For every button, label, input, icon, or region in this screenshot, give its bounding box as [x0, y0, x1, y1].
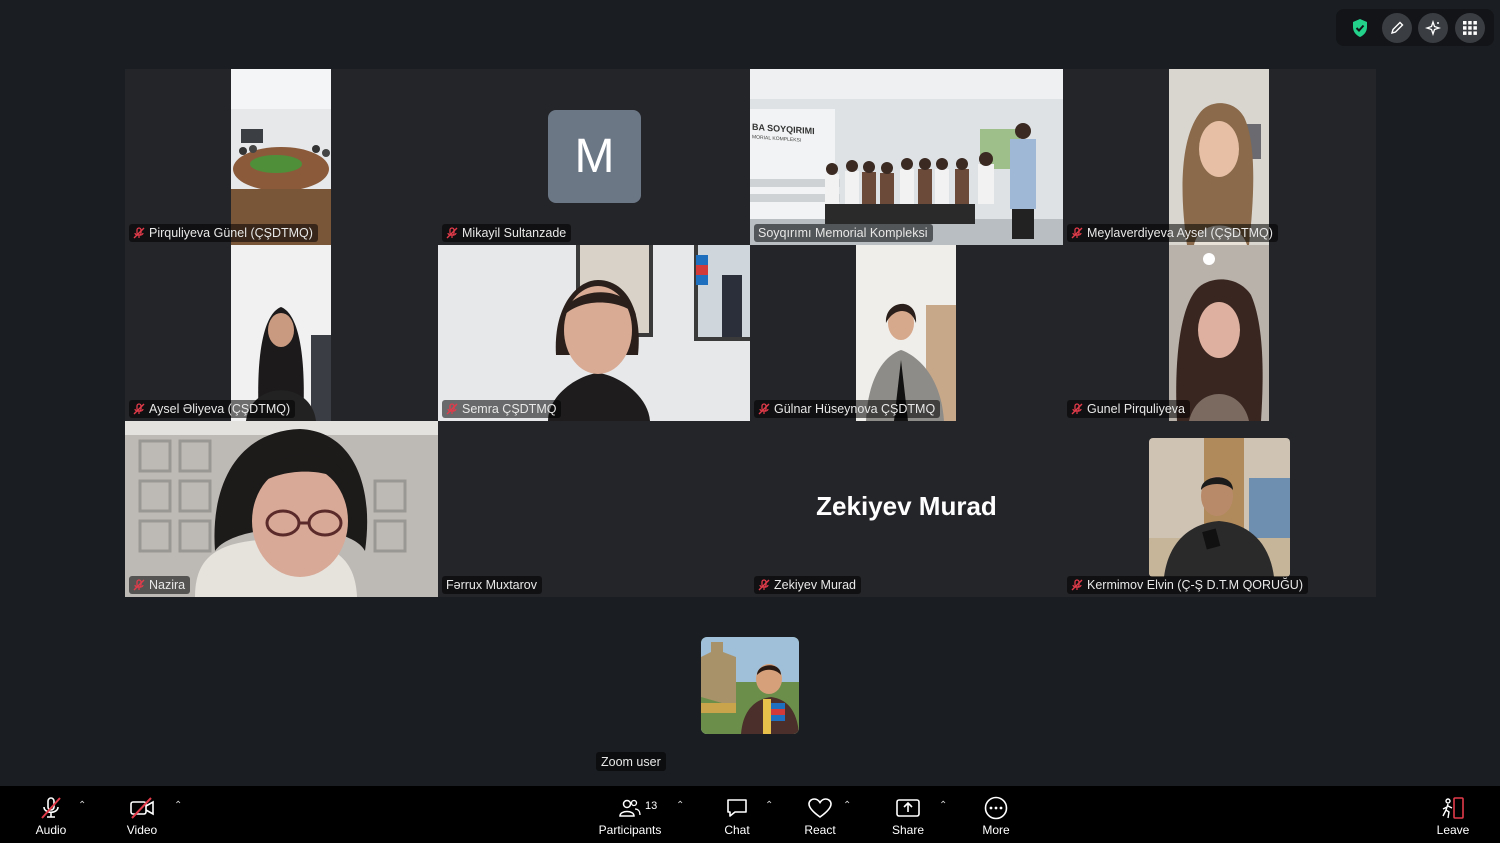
video-feed	[856, 245, 956, 421]
participant-name-label: Fərrux Muxtarov	[442, 576, 542, 594]
audio-options-chevron-icon[interactable]: ⌃	[78, 800, 86, 811]
chat-bubble-icon	[727, 799, 747, 817]
participant-name-label: Nazira	[129, 576, 191, 594]
camera-off-icon	[130, 797, 154, 819]
share-button[interactable]: Share	[886, 786, 930, 843]
apps-grid-icon[interactable]	[1454, 12, 1485, 43]
participants-button[interactable]: Participants	[596, 786, 664, 843]
video-tile[interactable]: Semra ÇŞDTMQ	[438, 245, 751, 421]
mic-muted-icon	[41, 797, 61, 819]
top-tools-bar	[1336, 9, 1494, 46]
participant-display-name: Zekiyev Murad	[816, 491, 997, 521]
self-view-video[interactable]	[701, 637, 799, 734]
muted-mic-icon	[133, 579, 145, 591]
participant-name-label: Meylaverdiyeva Aysel (ÇŞDTMQ)	[1067, 224, 1278, 242]
muted-mic-icon	[446, 227, 458, 239]
react-options-chevron-icon[interactable]: ⌃	[843, 800, 851, 811]
muted-mic-icon	[758, 579, 770, 591]
video-tile[interactable]: Gülnar Hüseynova ÇŞDTMQ	[750, 245, 1063, 421]
video-feed	[231, 69, 331, 245]
video-feed	[125, 421, 438, 597]
video-feed	[438, 245, 751, 421]
participant-name-label: Zekiyev Murad	[754, 576, 861, 594]
video-tile-active-speaker[interactable]: BA SOYQIRIMI MORIAL KOMPLEKSI Soyqırımı …	[750, 69, 1063, 245]
video-tile[interactable]: Aysel Əliyeva (ÇŞDTMQ)	[125, 245, 438, 421]
participants-count: 13	[645, 800, 658, 812]
participant-name-label: Mikayil Sultanzade	[442, 224, 572, 242]
video-button[interactable]: Video	[120, 786, 164, 843]
leave-button[interactable]: Leave	[1431, 786, 1475, 843]
participant-avatar: M	[548, 110, 641, 203]
participant-name-label: Gülnar Hüseynova ÇŞDTMQ	[754, 400, 941, 418]
video-tile[interactable]: Pirquliyeva Günel (ÇŞDTMQ)	[125, 69, 438, 245]
annotate-pen-icon[interactable]	[1381, 12, 1412, 43]
more-button[interactable]: More	[975, 786, 1017, 843]
meeting-controls-toolbar: Audio ⌃ Video ⌃ Participants 13 ⌃ Chat ⌃…	[0, 786, 1500, 843]
participant-name-label: Pirquliyeva Günel (ÇŞDTMQ)	[129, 224, 318, 242]
participants-options-chevron-icon[interactable]: ⌃	[676, 800, 684, 811]
muted-mic-icon	[446, 403, 458, 415]
video-tile[interactable]: Zekiyev Murad Zekiyev Murad	[750, 421, 1063, 597]
participant-name-label: Soyqırımı Memorial Kompleksi	[754, 224, 933, 242]
video-tile[interactable]: M Mikayil Sultanzade	[438, 69, 751, 245]
share-options-chevron-icon[interactable]: ⌃	[939, 800, 947, 811]
participant-name-label: Gunel Pirquliyeva	[1067, 400, 1190, 418]
video-feed	[231, 245, 331, 421]
leave-door-icon	[1442, 797, 1464, 819]
chat-button[interactable]: Chat	[716, 786, 758, 843]
audio-button[interactable]: Audio	[30, 786, 72, 843]
video-options-chevron-icon[interactable]: ⌃	[174, 800, 182, 811]
heart-icon	[808, 798, 832, 818]
meeting-window: Pirquliyeva Günel (ÇŞDTMQ) M Mikayil Sul…	[0, 0, 1500, 843]
participant-name-label: Semra ÇŞDTMQ	[442, 400, 562, 418]
video-tile[interactable]: Nazira	[125, 421, 438, 597]
video-feed	[1169, 245, 1269, 421]
security-shield-icon[interactable]	[1345, 13, 1375, 43]
video-tile[interactable]: Fərrux Muxtarov	[438, 421, 751, 597]
muted-mic-icon	[133, 403, 145, 415]
muted-mic-icon	[1071, 403, 1083, 415]
video-feed	[750, 69, 1063, 245]
video-feed	[1169, 69, 1269, 245]
muted-mic-icon	[1071, 227, 1083, 239]
react-button[interactable]: React	[799, 786, 841, 843]
video-tile[interactable]: Meylaverdiyeva Aysel (ÇŞDTMQ)	[1063, 69, 1376, 245]
video-tile[interactable]: Gunel Pirquliyeva	[1063, 245, 1376, 421]
muted-mic-icon	[1071, 579, 1083, 591]
chat-options-chevron-icon[interactable]: ⌃	[765, 800, 773, 811]
more-ellipsis-icon	[984, 796, 1008, 820]
share-screen-icon	[896, 799, 920, 817]
ai-companion-sparkle-icon[interactable]	[1418, 12, 1449, 43]
video-tile[interactable]: Kermimov Elvin (Ç-Ş D.T.M QORUĞU)	[1063, 421, 1376, 597]
muted-mic-icon	[758, 403, 770, 415]
participant-name-label: Kermimov Elvin (Ç-Ş D.T.M QORUĞU)	[1067, 576, 1308, 594]
self-view-name-label: Zoom user	[596, 752, 666, 771]
muted-mic-icon	[133, 227, 145, 239]
video-feed	[1149, 438, 1290, 577]
participant-name-label: Aysel Əliyeva (ÇŞDTMQ)	[129, 400, 296, 418]
participants-icon	[619, 799, 641, 817]
